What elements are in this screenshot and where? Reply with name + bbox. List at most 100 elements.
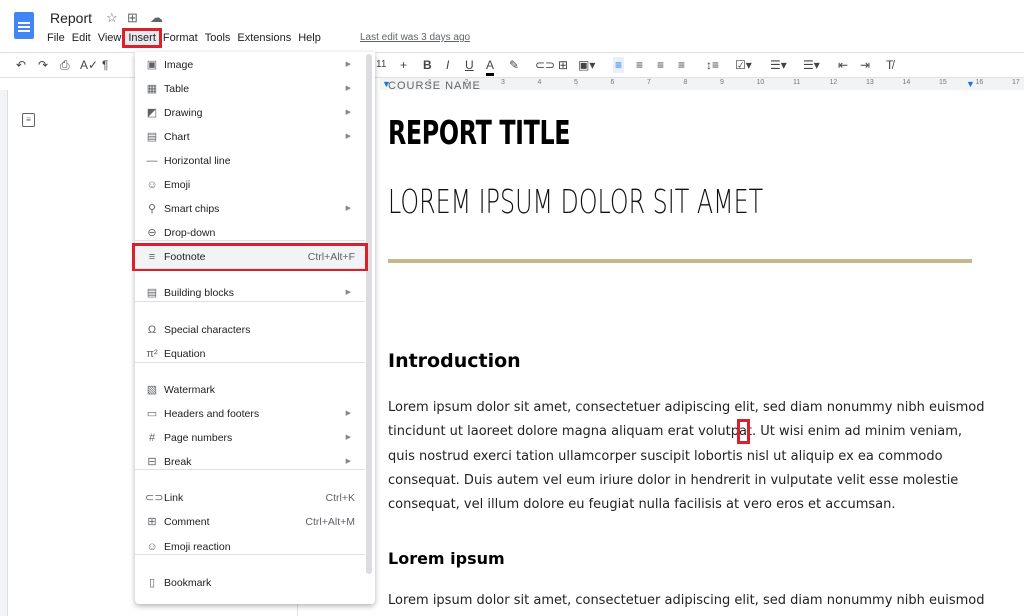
line: consequat, vel illum dolore eu feugiat n…: [388, 497, 896, 513]
menu-edit[interactable]: Edit: [69, 31, 94, 45]
line-spacing-icon[interactable]: ↕≡: [706, 57, 719, 73]
heading-lorem-ipsum[interactable]: Lorem ipsum: [388, 549, 505, 568]
spellcheck-icon[interactable]: A✓: [80, 57, 98, 73]
submenu-arrow-icon: ▶: [345, 85, 351, 92]
chart-icon: ▤: [146, 131, 158, 143]
shortcut: Ctrl+Alt+M: [305, 516, 355, 528]
menu-insert[interactable]: Insert: [122, 28, 162, 48]
justify-icon[interactable]: ≡: [678, 57, 685, 73]
ruler-tick: 16: [975, 79, 984, 86]
menu-tools[interactable]: Tools: [202, 31, 234, 45]
headers-footers-icon: ▭: [146, 408, 158, 420]
star-icon[interactable]: ☆: [106, 10, 118, 26]
menu-view[interactable]: View: [95, 31, 125, 45]
menu-item-table[interactable]: ▦ Table ▶: [135, 78, 365, 100]
text-color-icon[interactable]: A: [486, 57, 495, 76]
menu-item-link[interactable]: ⊂⊃ Link Ctrl+K: [135, 487, 365, 509]
emoji-icon: ☺: [146, 179, 158, 191]
menu-item-smart-chips[interactable]: ⚲ Smart chips ▶: [135, 198, 365, 220]
undo-icon[interactable]: ↶: [16, 57, 26, 73]
menu-item-page-numbers[interactable]: # Page numbers ▶: [135, 427, 365, 449]
menu-item-emoji[interactable]: ☺ Emoji: [135, 174, 365, 196]
line: consequat. Duis autem vel eum iriure dol…: [388, 472, 959, 488]
menu-item-bookmark[interactable]: ▯ Bookmark: [135, 572, 365, 594]
comment-icon[interactable]: ⊞: [558, 57, 568, 73]
menu-item-chart[interactable]: ▤ Chart ▶: [135, 126, 365, 148]
omega-icon: Ω: [147, 324, 157, 336]
bookmark-icon: ▯: [148, 577, 156, 589]
align-center-icon[interactable]: ≡: [636, 57, 643, 73]
menu-item-image[interactable]: ▣ Image ▶: [135, 54, 365, 76]
checklist-icon[interactable]: ☑▾: [735, 57, 752, 73]
menu-item-drawing[interactable]: ◩ Drawing ▶: [135, 102, 365, 124]
increase-font-icon[interactable]: +: [400, 57, 407, 73]
ruler-tick: 17: [1012, 79, 1020, 86]
menu-item-label: Drawing: [164, 107, 203, 119]
line: quis nostrud exerci tation ullamcorper s…: [388, 448, 943, 464]
numbered-list-icon[interactable]: ☰▾: [803, 57, 820, 73]
font-size-input[interactable]: 11: [376, 57, 386, 73]
report-subtitle[interactable]: LOREM IPSUM DOLOR SIT AMET: [388, 182, 763, 221]
submenu-arrow-icon: ▶: [345, 61, 351, 68]
paint-format-icon[interactable]: ¶: [102, 57, 108, 73]
menu-extensions[interactable]: Extensions: [234, 31, 294, 45]
menu-item-label: Horizontal line: [164, 155, 231, 167]
ruler-tick: 7: [647, 79, 651, 86]
last-edit-link[interactable]: Last edit was 3 days ago: [360, 32, 470, 43]
ruler-tick: 6: [610, 79, 615, 86]
horizontal-line-icon: —: [146, 155, 158, 167]
increase-indent-icon[interactable]: ⇥: [860, 57, 870, 73]
document-outline-icon[interactable]: ≡: [22, 113, 35, 127]
heading-introduction[interactable]: Introduction: [388, 350, 521, 372]
ruler-tick: 11: [793, 79, 801, 86]
menu-file[interactable]: File: [44, 31, 68, 45]
menu-scrollbar[interactable]: [366, 54, 372, 574]
decrease-indent-icon[interactable]: ⇤: [838, 57, 848, 73]
italic-icon[interactable]: I: [446, 57, 449, 73]
paragraph-2[interactable]: Lorem ipsum dolor sit amet, consectetuer…: [388, 589, 988, 613]
menu-format[interactable]: Format: [160, 31, 201, 45]
ruler-tick: 8: [683, 79, 688, 86]
menu-item-label: Watermark: [164, 384, 215, 396]
ruler-tick: 10: [756, 79, 765, 86]
paragraph-intro[interactable]: Lorem ipsum dolor sit amet, consectetuer…: [388, 396, 988, 517]
menu-separator: [135, 301, 365, 302]
menu-item-watermark[interactable]: ▧ Watermark: [135, 379, 365, 401]
menu-item-comment[interactable]: ⊞ Comment Ctrl+Alt+M: [135, 511, 365, 533]
bold-icon[interactable]: B: [423, 57, 432, 73]
redo-icon[interactable]: ↷: [38, 57, 48, 73]
menu-item-special-characters[interactable]: Ω Special characters: [135, 319, 365, 341]
drawing-icon: ◩: [146, 107, 158, 119]
submenu-arrow-icon: ▶: [345, 109, 351, 116]
insert-image-icon[interactable]: ▣▾: [578, 57, 595, 73]
highlight-icon[interactable]: ✎: [509, 57, 519, 73]
align-right-icon[interactable]: ≡: [657, 57, 664, 73]
submenu-arrow-icon: ▶: [345, 410, 351, 417]
bulleted-list-icon[interactable]: ☰▾: [770, 57, 787, 73]
align-left-icon[interactable]: ≡: [613, 57, 625, 73]
vertical-ruler[interactable]: [0, 90, 8, 616]
underline-icon[interactable]: U: [465, 57, 474, 73]
move-folder-icon[interactable]: ⊞: [127, 10, 138, 26]
clear-formatting-icon[interactable]: T̸: [886, 57, 893, 73]
menubar: File Edit View Insert Format Tools Extensions H…: [44, 28, 325, 48]
ruler-tick: 15: [939, 79, 947, 86]
menu-item-label: Chart: [164, 131, 190, 143]
docs-logo[interactable]: [14, 12, 34, 39]
menu-item-horizontal-line[interactable]: — Horizontal line: [135, 150, 365, 172]
menu-help[interactable]: Help: [295, 31, 324, 45]
cloud-status-icon[interactable]: ☁: [150, 10, 163, 26]
right-indent-marker[interactable]: ▼: [966, 79, 975, 89]
menu-item-headers-and-footers[interactable]: ▭ Headers and footers ▶: [135, 403, 365, 425]
shortcut: Ctrl+Alt+F: [307, 251, 355, 263]
link-icon: ⊂⊃: [145, 492, 164, 504]
text-cursor-highlight: [737, 419, 750, 444]
course-name[interactable]: COURSE NAME: [388, 80, 481, 92]
report-title[interactable]: REPORT TITLE: [388, 113, 571, 152]
link-icon[interactable]: ⊂⊃: [535, 57, 555, 73]
document-title[interactable]: Report: [50, 10, 92, 26]
menu-item-footnote[interactable]: ≡ Footnote Ctrl+Alt+F: [132, 243, 368, 271]
submenu-arrow-icon: ▶: [345, 205, 351, 212]
ruler-tick: 12: [829, 79, 838, 86]
print-icon[interactable]: ⎙: [60, 57, 70, 73]
